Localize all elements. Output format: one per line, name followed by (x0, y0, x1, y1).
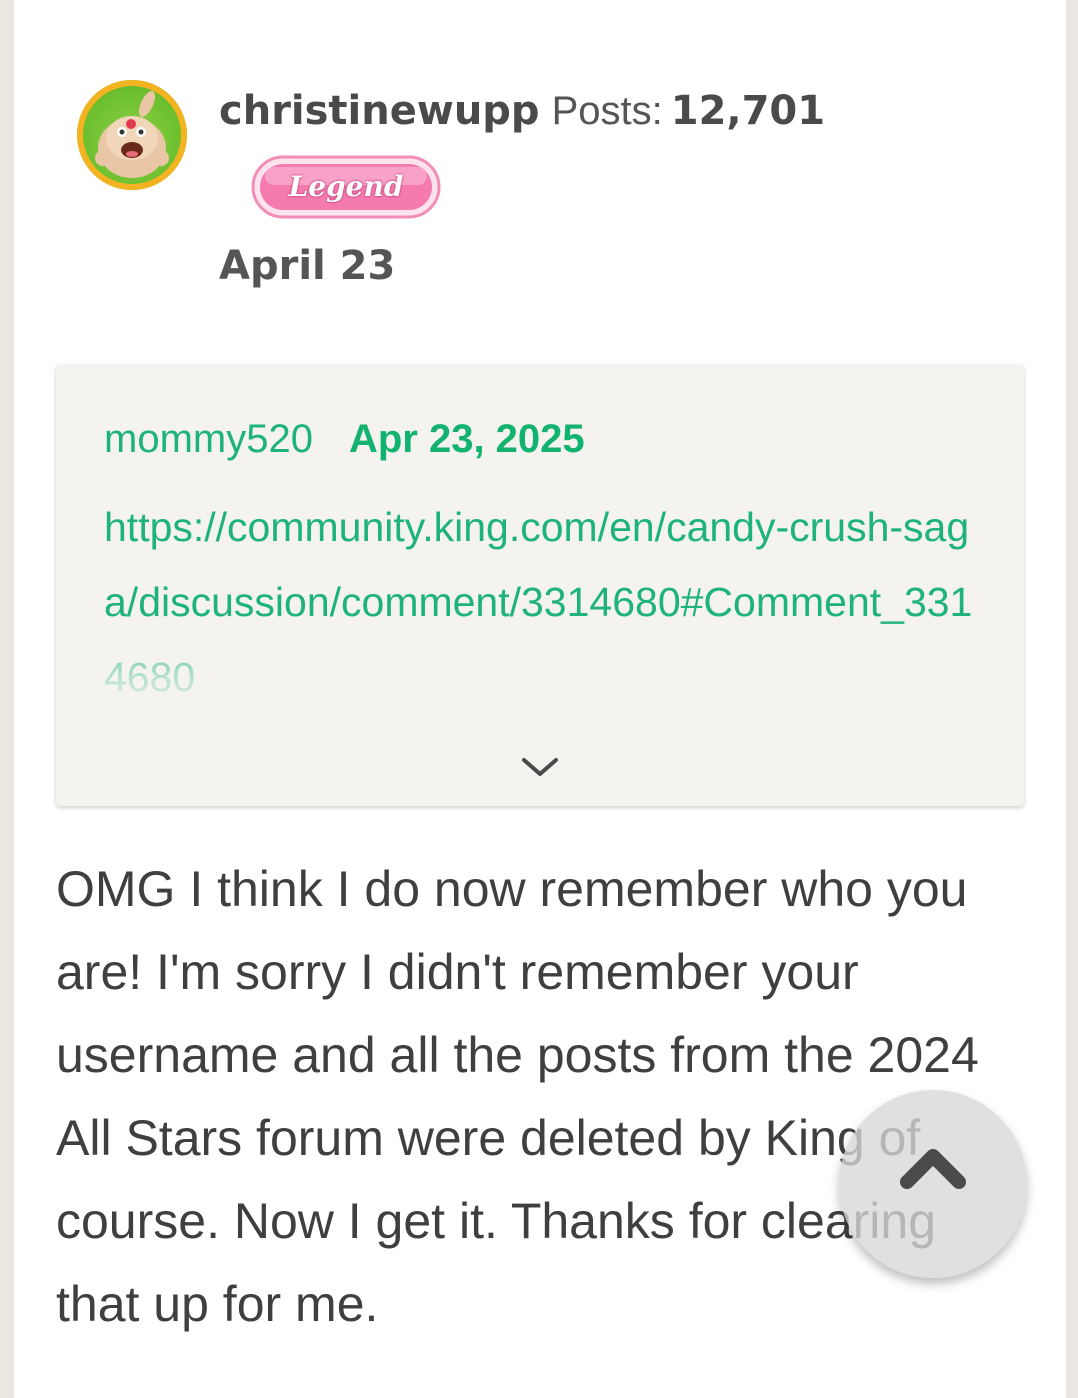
posts-label: Posts: (551, 89, 663, 133)
expand-quote-button[interactable] (518, 752, 562, 782)
quote-block: mommy520 Apr 23, 2025 https://community.k… (56, 364, 1024, 806)
posts-count: 12,701 (670, 88, 826, 134)
avatar-image (95, 91, 169, 178)
chevron-down-icon (522, 758, 558, 776)
username-link[interactable]: christinewupp (219, 88, 540, 134)
user-avatar[interactable] (77, 80, 187, 190)
post-author-line: christinewupp Posts: 12,701 (219, 86, 825, 136)
quote-header: mommy520 Apr 23, 2025 (104, 414, 585, 464)
quote-date-link[interactable]: Apr 23, 2025 (349, 417, 585, 461)
quote-username-link[interactable]: mommy520 (104, 417, 313, 461)
post-date[interactable]: April 23 (219, 240, 395, 292)
scroll-to-top-button[interactable] (839, 1090, 1027, 1278)
badge-label: Legend (288, 170, 404, 203)
legend-rank-badge: Legend (251, 155, 441, 219)
chevron-up-icon (900, 1149, 966, 1189)
